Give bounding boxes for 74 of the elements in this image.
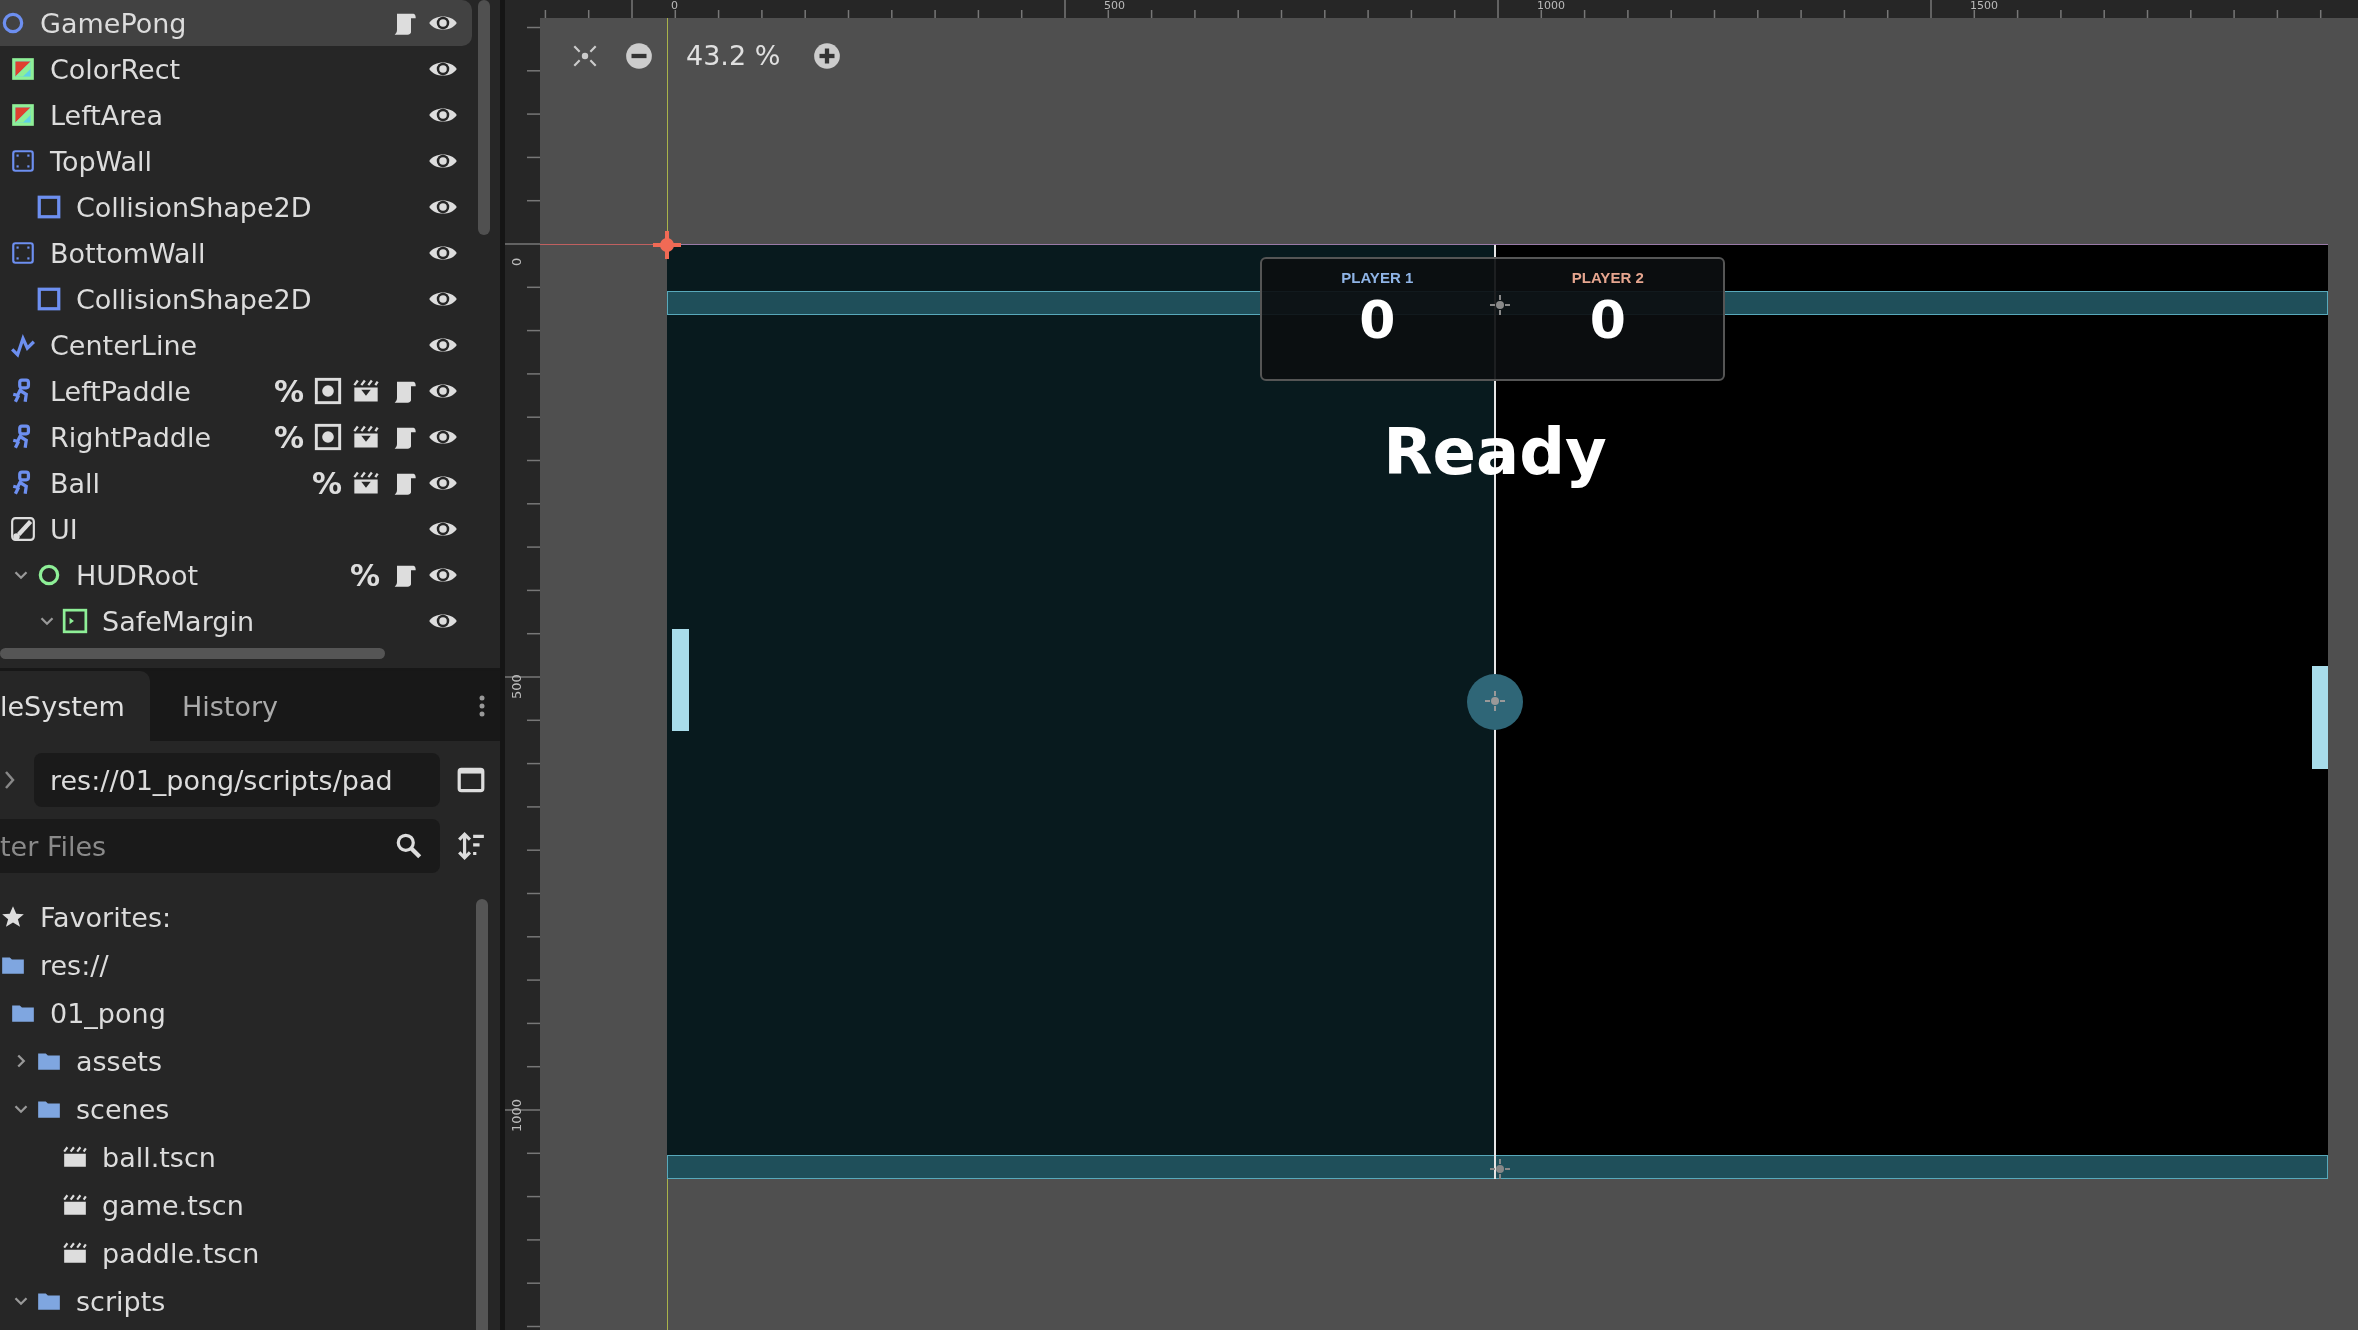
ruler-label: 500 <box>509 674 524 699</box>
vertical-scrollbar[interactable] <box>476 899 488 1330</box>
split-view-icon[interactable] <box>456 765 486 795</box>
file-item[interactable]: game.tscn <box>0 1181 448 1229</box>
dotted-square-icon <box>10 240 36 266</box>
dotted-square-icon <box>10 148 36 174</box>
clapperboard-icon <box>62 1240 88 1266</box>
unique-name-icon[interactable]: % <box>273 373 304 409</box>
dotted-square-icon[interactable] <box>314 423 342 451</box>
file-item[interactable]: assets <box>0 1037 448 1085</box>
ruler-label: 500 <box>1104 0 1125 12</box>
tree-item[interactable]: Ball % <box>0 460 472 506</box>
margin-square-icon <box>62 608 88 634</box>
horizontal-scrollbar[interactable] <box>0 648 385 659</box>
tree-item[interactable]: TopWall <box>0 138 472 184</box>
file-item[interactable]: paddle.tscn <box>0 1229 448 1277</box>
panel-tab[interactable]: History <box>150 671 311 741</box>
dotted-square-icon[interactable] <box>314 377 342 405</box>
search-icon <box>394 831 424 861</box>
score-value: 0 <box>1589 289 1626 352</box>
zoom-level[interactable]: 43.2 % <box>686 40 781 71</box>
file-item[interactable]: Favorites: <box>0 893 448 941</box>
ruler-label: 0 <box>509 257 524 266</box>
filter-field[interactable]: ter Files <box>0 819 440 873</box>
clapperboard-icon <box>62 1144 88 1170</box>
tree-item[interactable]: GamePong <box>0 0 472 46</box>
color-square-icon <box>10 56 36 82</box>
zoom-in-icon[interactable] <box>812 40 843 71</box>
tree-item[interactable]: HUDRoot % <box>0 552 472 598</box>
player-label: PLAYER 2 <box>1571 269 1644 286</box>
ruler-label: 0 <box>671 0 678 12</box>
score-value: 0 <box>1359 289 1396 352</box>
clapperboard-icon[interactable] <box>352 423 380 451</box>
player-label: PLAYER 1 <box>1341 269 1414 286</box>
sort-icon[interactable] <box>456 831 486 861</box>
file-item[interactable]: 01_pong <box>0 989 448 1037</box>
clapperboard-icon[interactable] <box>352 377 380 405</box>
tree-item[interactable]: LeftArea <box>0 92 472 138</box>
file-item[interactable]: scenes <box>0 1085 448 1133</box>
tree-item[interactable]: UI <box>0 506 472 552</box>
pivot-icon <box>1490 295 1510 315</box>
panel-tab[interactable]: leSystem <box>0 671 150 741</box>
zigzag-line-icon <box>10 332 36 358</box>
circle-icon <box>0 10 26 36</box>
circle-icon <box>36 562 62 588</box>
pivot-icon <box>1490 1159 1510 1179</box>
file-item[interactable]: res:// <box>0 941 448 989</box>
origin-icon <box>652 230 682 260</box>
file-item[interactable]: scripts <box>0 1277 448 1325</box>
clapperboard-icon[interactable] <box>352 469 380 497</box>
tree-item[interactable]: CenterLine <box>0 322 472 368</box>
vertical-scrollbar[interactable] <box>478 0 490 235</box>
unique-name-icon[interactable]: % <box>273 419 304 455</box>
file-item[interactable]: ball.tscn <box>0 1133 448 1181</box>
tree-item[interactable]: CollisionShape2D <box>0 276 472 322</box>
clapperboard-icon <box>62 1192 88 1218</box>
tree-item[interactable]: BottomWall <box>0 230 472 276</box>
ruler-label: 1500 <box>1970 0 1998 12</box>
square-icon <box>36 286 62 312</box>
ruler-label: 1000 <box>509 1098 524 1132</box>
pivot-icon <box>1485 691 1505 711</box>
color-square-icon <box>10 102 36 128</box>
ruler-label: 1000 <box>1537 0 1565 12</box>
tree-item[interactable]: ColorRect <box>0 46 472 92</box>
tree-item[interactable]: LeftPaddle % <box>0 368 472 414</box>
square-icon <box>36 194 62 220</box>
unique-name-icon[interactable]: % <box>349 557 380 593</box>
pencil-square-icon <box>10 516 36 542</box>
tree-item[interactable]: SafeMargin <box>0 598 472 644</box>
path-field[interactable]: res://01_pong/scripts/pad <box>34 753 440 807</box>
unique-name-icon[interactable]: % <box>311 465 342 501</box>
zoom-out-icon[interactable] <box>624 40 654 71</box>
tree-item[interactable]: CollisionShape2D <box>0 184 472 230</box>
tree-item[interactable]: RightPaddle % <box>0 414 472 460</box>
